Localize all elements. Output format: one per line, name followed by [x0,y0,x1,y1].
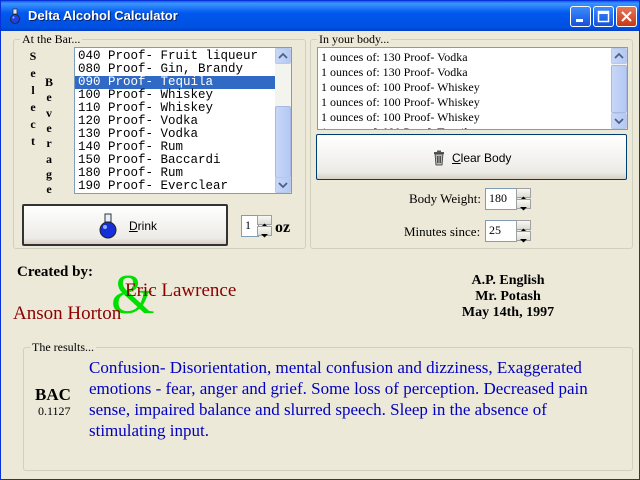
ounces-down-button[interactable] [257,226,272,238]
beverage-letter: B [44,75,53,89]
flask-app-icon [10,8,20,24]
minimize-icon [576,19,583,22]
maximize-button[interactable] [593,6,614,27]
ounces-unit-label: oz [275,219,291,236]
body-list-item[interactable]: 1 ounces of: 100 Proof- Whiskey [318,80,627,95]
close-button[interactable] [616,6,637,27]
chevron-down-icon [614,118,624,125]
body-scroll-thumb[interactable] [611,65,627,113]
beverage-letter: e [46,90,52,105]
window-title: Delta Alcohol Calculator [28,8,178,23]
beverage-list-rows: 040 Proof- Fruit liqueur 080 Proof- Gin, … [75,50,275,193]
beverage-letter: r [46,136,52,151]
app-window: Delta Alcohol Calculator At the Bar... S… [0,0,640,480]
title-bar[interactable]: Delta Alcohol Calculator [1,1,639,31]
body-group-legend: In your body... [317,32,392,47]
scroll-thumb[interactable] [275,106,291,178]
body-weight-input[interactable]: 180 [485,188,517,210]
class-name: A.P. English [471,273,545,288]
arrow-down-icon [261,234,268,238]
results-group-legend: The results... [30,340,96,355]
author-anson-horton: Anson Horton [13,303,122,324]
ounces-up-button[interactable] [257,215,272,227]
flask-icon [99,213,117,239]
ounces-spinner[interactable] [257,215,272,238]
minutes-down-button[interactable] [516,231,531,243]
clear-body-button[interactable]: Clear Body [316,134,627,180]
minutes-up-button[interactable] [516,220,531,232]
body-scroll-up-button[interactable] [611,48,627,64]
chevron-up-icon [278,52,288,59]
body-list-item[interactable]: 1 ounces of: 100 Proof- Whiskey [318,110,627,125]
beverage-letter: e [46,120,52,135]
teacher-name: Mr. Potash [475,289,541,304]
select-letter: S [29,49,37,63]
body-list-item[interactable]: 1 ounces of: 130 Proof- Vodka [318,50,627,65]
author-eric-lawrence: Eric Lawrence [125,280,237,301]
arrow-down-icon [520,239,527,243]
beverage-letter: a [46,151,52,166]
body-list-item[interactable]: 1 ounces of: 090 Proof- Tequila [318,125,627,129]
created-by-label: Created by: [17,264,93,280]
select-letter: e [30,100,36,114]
arrow-down-icon [520,207,527,211]
bar-group-legend: At the Bar... [20,32,83,47]
select-letter: l [31,83,35,97]
class-info: A.P. English Mr. Potash May 14th, 1997 [441,273,575,321]
select-letter: t [31,134,35,148]
project-date: May 14th, 1997 [461,305,555,320]
results-description: Confusion- Disorientation, mental confus… [89,358,588,440]
body-list-item[interactable]: 1 ounces of: 130 Proof- Vodka [318,65,627,80]
beverage-letter: e [46,182,52,197]
clear-body-label: Clear Body [452,151,512,165]
chevron-up-icon [614,52,624,59]
bac-value: 0.1127 [38,404,71,418]
drink-button[interactable]: Drink [22,204,228,246]
beverage-list[interactable]: 040 Proof- Fruit liqueur 080 Proof- Gin, … [74,47,292,194]
scroll-down-button[interactable] [275,177,291,193]
scroll-up-button[interactable] [275,48,291,64]
close-icon [621,11,632,22]
body-list-rows: 1 ounces of: 130 Proof- Vodka 1 ounces of… [318,48,627,129]
body-drinks-list[interactable]: 1 ounces of: 130 Proof- Vodka 1 ounces of… [317,47,628,130]
body-scroll-down-button[interactable] [611,113,627,129]
body-list-item[interactable]: 1 ounces of: 100 Proof- Whiskey [318,95,627,110]
minimize-button[interactable] [570,6,591,27]
bac-label: BAC [35,385,71,404]
weight-down-button[interactable] [516,199,531,211]
minutes-since-spinner[interactable] [516,220,531,243]
chevron-down-icon [278,182,288,189]
maximize-icon [597,10,610,23]
body-weight-spinner[interactable] [516,188,531,211]
trash-can-icon [434,150,444,166]
body-list-scrollbar[interactable] [611,48,627,129]
minutes-since-label: Minutes since: [404,224,481,239]
select-letter: c [30,117,36,131]
minutes-since-input[interactable]: 25 [485,220,517,242]
beverage-list-item[interactable]: 190 Proof- Everclear [75,180,275,193]
body-weight-label: Body Weight: [409,191,482,206]
beverage-letter: v [46,105,52,120]
beverage-letter: g [46,166,52,181]
drink-button-label: Drink [129,219,158,233]
select-letter: e [30,66,36,80]
beverage-list-scrollbar[interactable] [275,48,291,193]
weight-up-button[interactable] [516,188,531,200]
